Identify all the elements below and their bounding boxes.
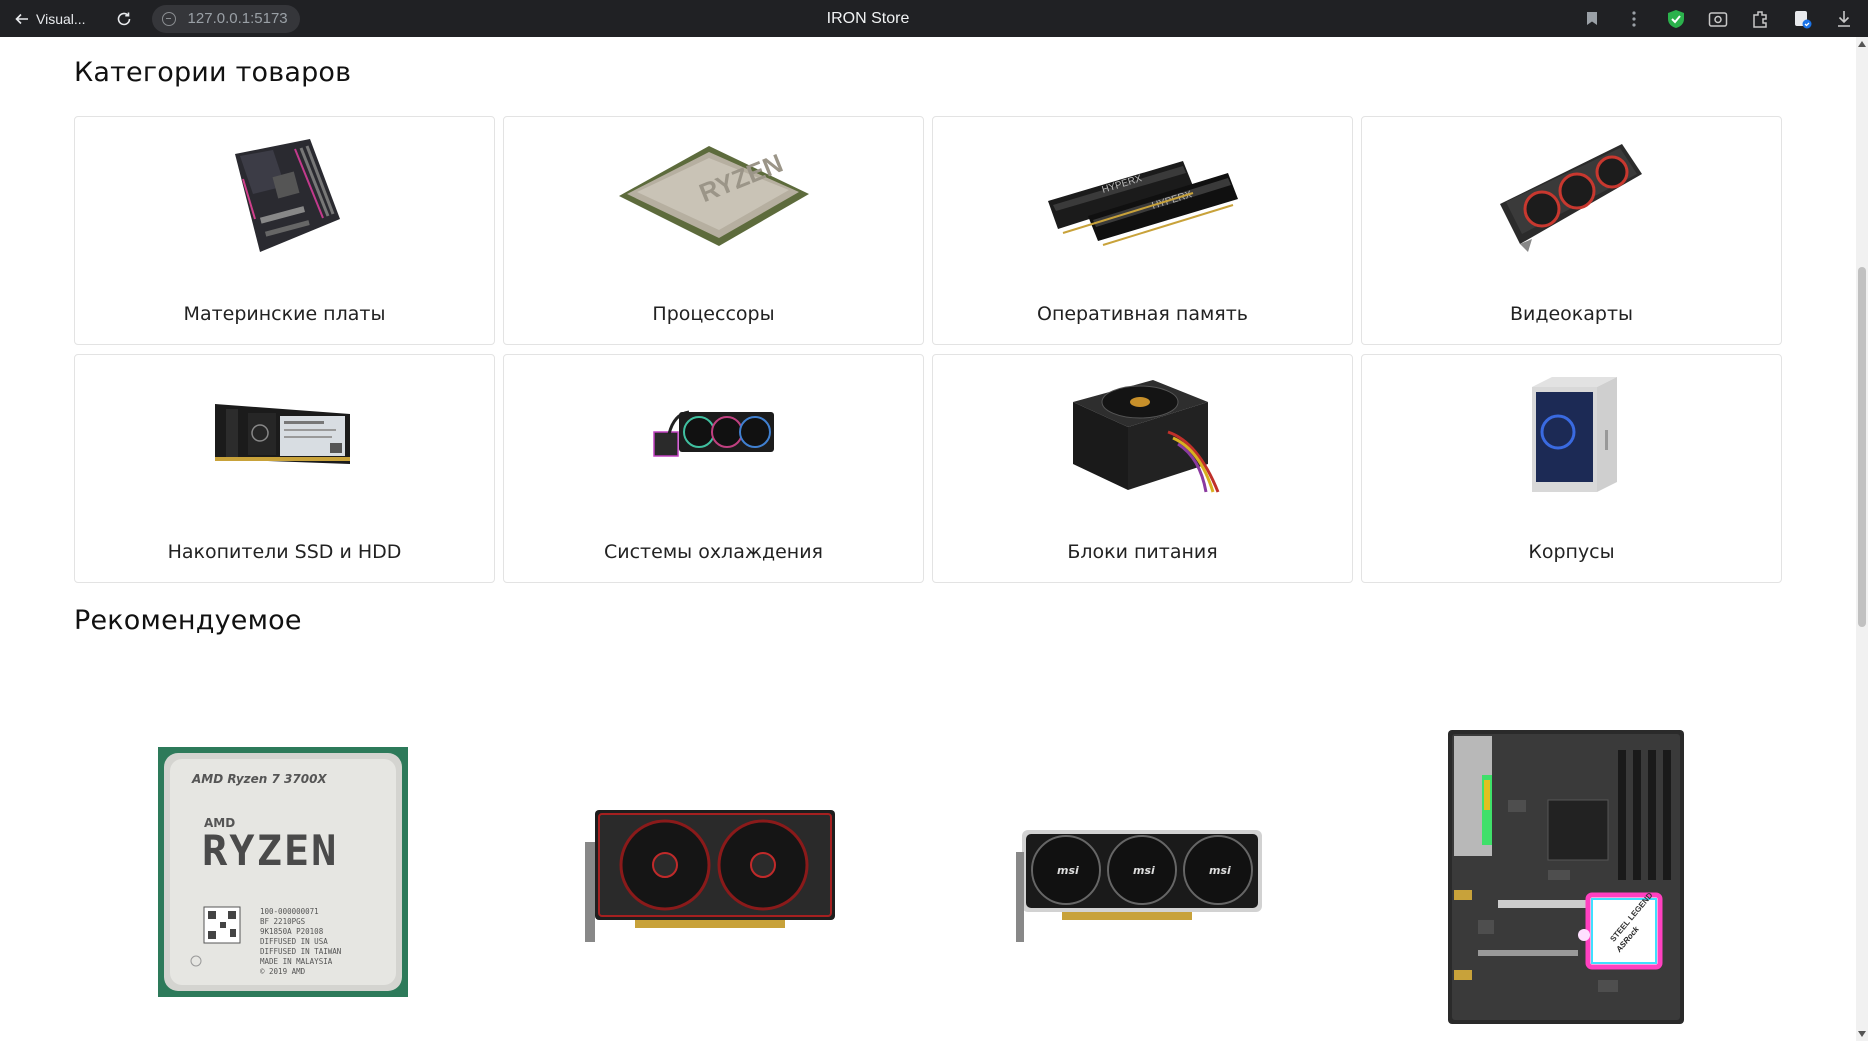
cpu-line: 9K1850A P20108: [260, 927, 324, 936]
recommended-item-msi-gpu[interactable]: msi msi msi: [928, 677, 1355, 1037]
categories-heading: Категории товаров: [74, 57, 352, 88]
msi-logo-text: msi: [1209, 864, 1231, 877]
recommended-item-ryzen-cpu[interactable]: AMD Ryzen 7 3700X AMD RYZEN 100-00000007…: [74, 677, 501, 1037]
screenshot-icon[interactable]: [1708, 9, 1728, 29]
bookmark-icon[interactable]: [1582, 9, 1602, 29]
motherboard-image: [175, 131, 395, 261]
msi-logo-text: msi: [1133, 864, 1155, 877]
cpu-line: BF 2210PGS: [260, 917, 306, 926]
scroll-up-arrow-icon[interactable]: [1858, 41, 1866, 47]
scroll-down-arrow-icon[interactable]: [1858, 1031, 1866, 1037]
category-card-ram[interactable]: HYPERX HYPERX Оперативная память: [932, 116, 1353, 345]
url-text: 127.0.0.1:5173: [187, 10, 288, 27]
scrollbar-thumb[interactable]: [1858, 267, 1866, 627]
category-card-motherboards[interactable]: Материнские платы: [74, 116, 495, 345]
cpu-line: MADE IN MALAYSIA: [260, 957, 333, 966]
category-label: Блоки питания: [1067, 541, 1218, 563]
categories-grid: Материнские платы RYZEN Процессоры HYPER…: [74, 116, 1782, 583]
msi-gpu-image: msi msi msi: [1016, 830, 1262, 942]
category-label: Системы охлаждения: [604, 541, 823, 563]
reload-icon: [117, 12, 130, 25]
download-icon[interactable]: [1834, 9, 1854, 29]
back-label: Visual...: [36, 10, 86, 27]
reload-button[interactable]: [114, 9, 134, 29]
category-card-cases[interactable]: Корпусы: [1361, 354, 1782, 583]
category-card-gpus[interactable]: Видеокарты: [1361, 116, 1782, 345]
cpu-line: 100-000000071: [260, 907, 319, 916]
asrock-motherboard-image: STEEL LEGEND ASRock: [1448, 730, 1684, 1024]
radeon-gpu-image: [585, 810, 835, 942]
psu-image: [1033, 369, 1253, 499]
recommended-list: AMD Ryzen 7 3700X AMD RYZEN 100-00000007…: [74, 677, 1782, 1037]
category-label: Накопители SSD и HDD: [167, 541, 402, 563]
page-scrollbar[interactable]: [1856, 37, 1868, 1041]
case-image: [1462, 369, 1682, 499]
category-label: Видеокарты: [1509, 303, 1634, 325]
extensions-icon[interactable]: [1750, 9, 1770, 29]
cooler-image: [604, 369, 824, 499]
cpu-name-text: RYZEN: [202, 826, 338, 875]
profile-icon[interactable]: [1792, 9, 1812, 29]
category-card-cooling[interactable]: Системы охлаждения: [503, 354, 924, 583]
address-bar[interactable]: 127.0.0.1:5173: [151, 4, 300, 33]
category-label: Материнские платы: [183, 303, 386, 325]
category-card-storage[interactable]: Накопители SSD и HDD: [74, 354, 495, 583]
category-label: Процессоры: [652, 303, 775, 325]
cpu-line: DIFFUSED IN USA: [260, 937, 328, 946]
category-label: Корпусы: [1528, 541, 1615, 563]
gpu-image: [1462, 131, 1682, 261]
recommended-item-asrock-motherboard[interactable]: STEEL LEGEND ASRock: [1355, 677, 1782, 1037]
cpu-line: DIFFUSED IN TAIWAN: [260, 947, 341, 956]
category-card-psu[interactable]: Блоки питания: [932, 354, 1353, 583]
msi-logo-text: msi: [1057, 864, 1079, 877]
more-menu-icon[interactable]: [1624, 9, 1644, 29]
ssd-image: [175, 369, 395, 499]
shield-extension-icon[interactable]: [1666, 9, 1686, 29]
recommended-item-radeon-gpu[interactable]: [501, 677, 928, 1037]
cpu-image: RYZEN: [604, 131, 824, 261]
arrow-left-icon: [15, 13, 28, 24]
category-card-processors[interactable]: RYZEN Процессоры: [503, 116, 924, 345]
cpu-line: © 2019 AMD: [260, 967, 306, 976]
ryzen-cpu-image: AMD Ryzen 7 3700X AMD RYZEN 100-00000007…: [158, 747, 408, 997]
ram-image: HYPERX HYPERX: [1033, 131, 1253, 261]
cpu-model-text: AMD Ryzen 7 3700X: [191, 772, 327, 786]
page-viewport: Категории товаров Материнские платы RYZE…: [0, 37, 1856, 1041]
recommended-heading: Рекомендуемое: [74, 605, 302, 636]
category-label: Оперативная память: [1036, 303, 1248, 325]
site-info-icon[interactable]: [161, 11, 176, 26]
browser-toolbar: Visual... 127.0.0.1:5173 IRON Store: [0, 0, 1868, 37]
back-button[interactable]: Visual...: [14, 11, 86, 27]
